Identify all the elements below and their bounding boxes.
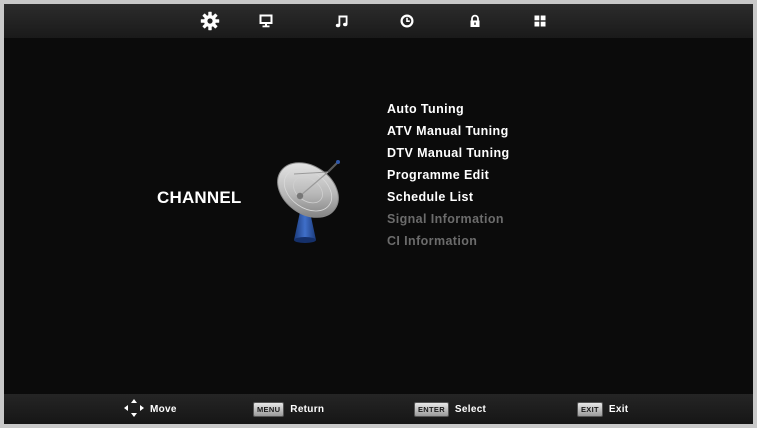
lock-icon[interactable] [464,10,486,32]
monitor-icon[interactable] [255,10,277,32]
hint-select: ENTER Select [414,394,486,424]
music-note-icon[interactable] [331,10,353,32]
menu-tab-bar [4,4,753,38]
hint-exit-label: Exit [608,403,629,415]
exit-key-badge: EXIT [577,401,603,417]
channel-menu-list: Auto Tuning ATV Manual Tuning DTV Manual… [387,98,510,252]
hint-move: Move [124,394,177,424]
menu-item-dtv-manual-tuning[interactable]: DTV Manual Tuning [387,142,510,164]
page-title: CHANNEL [157,188,242,207]
menu-item-schedule-list[interactable]: Schedule List [387,186,510,208]
menu-item-signal-information: Signal Information [387,212,504,226]
menu-item-programme-edit[interactable]: Programme Edit [387,164,510,186]
clock-icon[interactable] [396,10,418,32]
grid-icon[interactable] [529,10,551,32]
key-hint-bar: Move MENU Return ENTER Select EXIT Exit [4,394,753,424]
tv-menu-screen: CHANNEL Auto Tuning ATV Manual Tuning DT… [4,4,753,424]
satellite-dish-icon [272,154,348,246]
menu-item-auto-tuning[interactable]: Auto Tuning [387,98,510,120]
hint-select-label: Select [454,403,487,415]
hint-return-label: Return [290,403,325,415]
menu-key-badge: MENU [253,401,285,417]
hint-move-label: Move [150,403,177,415]
menu-item-ci-information: CI Information [387,234,478,248]
hint-return: MENU Return [253,394,324,424]
enter-key-badge: ENTER [414,401,449,417]
menu-item-atv-manual-tuning[interactable]: ATV Manual Tuning [387,120,510,142]
hint-exit: EXIT Exit [577,394,628,424]
dpad-arrows-icon [124,398,144,420]
gear-icon[interactable] [199,10,221,32]
